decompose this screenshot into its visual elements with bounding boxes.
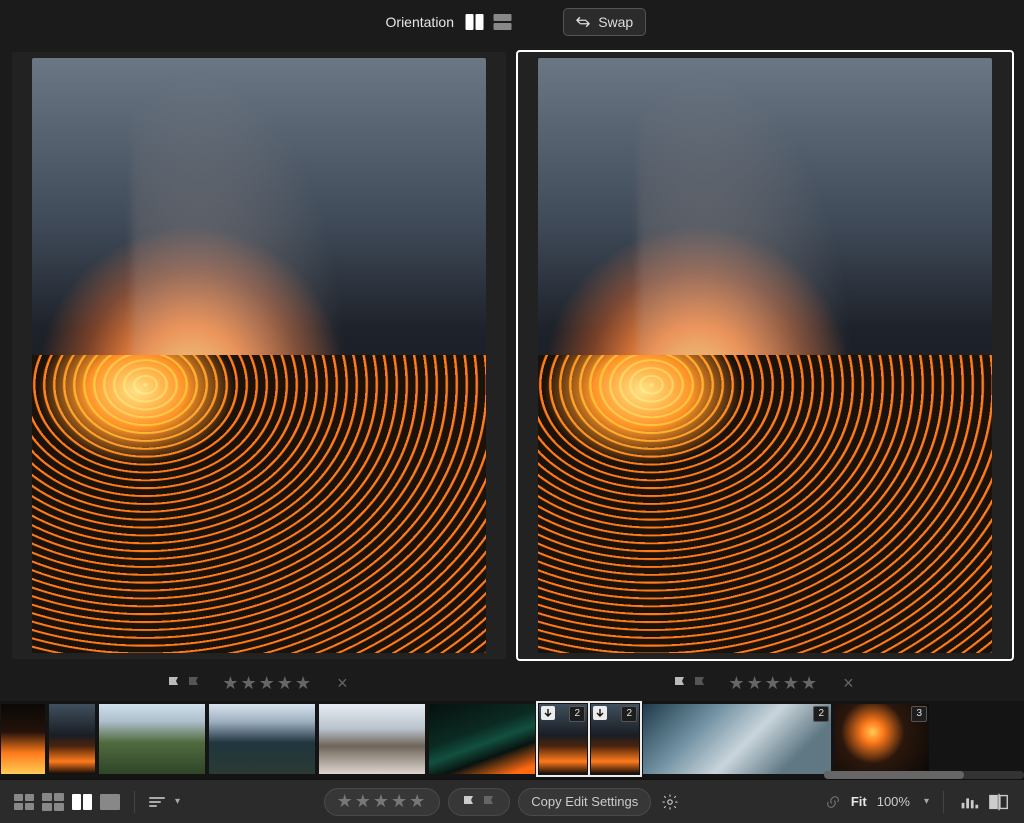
copy-edit-settings-label: Copy Edit Settings: [531, 794, 638, 809]
toolbar-separator: [134, 791, 135, 813]
histogram-icon[interactable]: [958, 793, 980, 811]
thumb-image: [643, 704, 831, 774]
flag-buttons-right: [672, 675, 708, 691]
volcano-photo-right: [538, 58, 992, 653]
thumb-image: [99, 704, 205, 774]
filmstrip-thumb[interactable]: [98, 703, 206, 775]
star-rating-right[interactable]: ★★★★★: [728, 673, 819, 694]
filmstrip-thumb[interactable]: 2: [590, 703, 640, 775]
compare-topbar: Orientation Swap: [0, 0, 1024, 44]
compare-area: ★★★★★ × ★★★★★ ×: [0, 44, 1024, 701]
view-compare-button[interactable]: [72, 794, 92, 810]
download-icon: [593, 706, 607, 720]
clear-rating-right[interactable]: ×: [839, 673, 858, 694]
orientation-horizontal-button[interactable]: [494, 14, 512, 30]
compare-right-column: ★★★★★ ×: [518, 52, 1012, 701]
filmstrip-thumb[interactable]: [48, 703, 96, 775]
filmstrip-thumb[interactable]: 3: [834, 703, 930, 775]
view-single-button[interactable]: [100, 794, 120, 810]
thumb-stack-badge: 3: [911, 706, 927, 722]
flag-reject-icon: [481, 794, 497, 810]
flag-filter-pill[interactable]: [448, 788, 510, 816]
flag-pick-icon[interactable]: [672, 675, 688, 691]
volcano-photo-left: [32, 58, 486, 653]
zoom-group: Fit 100% ▾: [825, 794, 929, 810]
orientation-label: Orientation: [386, 14, 454, 30]
orientation-buttons: [466, 14, 512, 30]
clear-rating-left[interactable]: ×: [333, 673, 352, 694]
flag-pick-icon: [461, 794, 477, 810]
thumb-image: [49, 704, 95, 774]
star-filter-stars: ★★★★★: [337, 791, 428, 812]
zoom-fit-label[interactable]: Fit: [851, 794, 867, 809]
flag-reject-icon[interactable]: [692, 675, 708, 691]
thumb-stack-badge: 2: [569, 706, 585, 722]
copy-edit-settings-button[interactable]: Copy Edit Settings: [518, 788, 651, 816]
chevron-down-icon[interactable]: ▾: [924, 796, 929, 807]
compare-right-meta: ★★★★★ ×: [518, 665, 1012, 701]
zoom-value[interactable]: 100%: [877, 794, 910, 809]
compare-left-image[interactable]: [12, 52, 506, 659]
toolbar-separator: [943, 791, 944, 813]
thumb-image: [209, 704, 315, 774]
gear-icon[interactable]: [659, 793, 681, 811]
thumb-image: [429, 704, 535, 774]
filmstrip-thumb[interactable]: [0, 703, 46, 775]
thumb-stack-badge: 2: [621, 706, 637, 722]
sort-button[interactable]: ▾: [149, 796, 180, 807]
filmstrip-thumb[interactable]: [428, 703, 536, 775]
filmstrip-thumb[interactable]: [318, 703, 426, 775]
filmstrip-thumb[interactable]: 2: [538, 703, 588, 775]
compare-left-meta: ★★★★★ ×: [12, 665, 506, 701]
thumb-image: [1, 704, 45, 774]
compare-left-column: ★★★★★ ×: [12, 52, 506, 701]
swap-button[interactable]: Swap: [563, 8, 646, 36]
star-filter-pill[interactable]: ★★★★★: [324, 788, 441, 816]
orientation-vertical-button[interactable]: [466, 14, 484, 30]
view-grid-large-button[interactable]: [42, 793, 64, 811]
chevron-down-icon: ▾: [175, 796, 180, 807]
compare-right-image[interactable]: [518, 52, 1012, 659]
orientation-group: Orientation: [386, 14, 512, 30]
compare-panel-icon[interactable]: [988, 793, 1010, 811]
swap-label: Swap: [598, 14, 633, 30]
swap-icon: [576, 16, 590, 28]
sort-icon: [149, 797, 165, 807]
thumb-image: [319, 704, 425, 774]
download-icon: [541, 706, 555, 720]
bottom-toolbar: ▾ ★★★★★ Copy Edit Settings Fit 100% ▾: [0, 779, 1024, 823]
view-grid-small-button[interactable]: [14, 794, 34, 810]
flag-pick-icon[interactable]: [166, 675, 182, 691]
filmstrip-thumb[interactable]: [208, 703, 316, 775]
star-rating-left[interactable]: ★★★★★: [222, 673, 313, 694]
flag-reject-icon[interactable]: [186, 675, 202, 691]
filmstrip-thumb[interactable]: 2: [642, 703, 832, 775]
filmstrip[interactable]: 2 2 2 3: [0, 701, 1024, 779]
thumb-stack-badge: 2: [813, 706, 829, 722]
filmstrip-scrollbar[interactable]: [824, 771, 1024, 779]
flag-buttons-left: [166, 675, 202, 691]
link-zoom-icon[interactable]: [825, 794, 841, 810]
